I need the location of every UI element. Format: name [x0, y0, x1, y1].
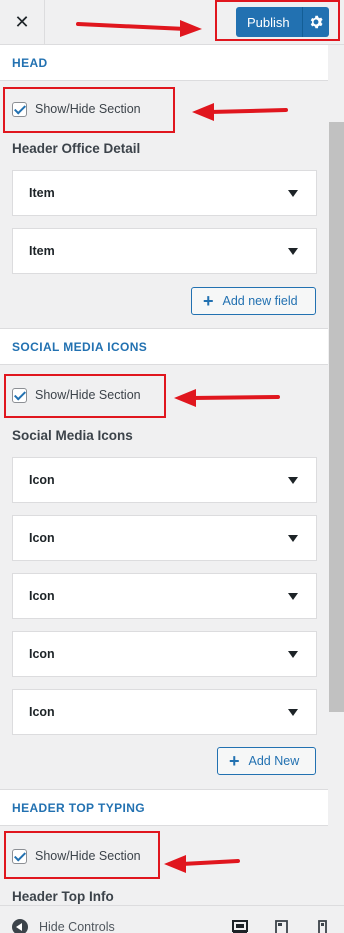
item-label: Item	[29, 186, 55, 200]
repeater-icon-item[interactable]: Icon	[12, 515, 317, 561]
repeater-icon-item[interactable]: Icon	[12, 457, 317, 503]
repeater-icon-item[interactable]: Icon	[12, 631, 317, 677]
caret-down-icon[interactable]	[288, 592, 298, 600]
tablet-preview-icon[interactable]	[275, 920, 288, 933]
highlight-box-publish	[215, 0, 340, 41]
plus-icon: +	[229, 751, 240, 771]
close-button[interactable]: ✕	[0, 0, 45, 44]
section-social-title: SOCIAL MEDIA ICONS	[0, 328, 328, 365]
mobile-preview-icon[interactable]	[318, 920, 327, 933]
add-new-label: Add New	[248, 754, 300, 768]
caret-down-icon[interactable]	[288, 650, 298, 658]
add-new-field-label: Add new field	[222, 294, 298, 308]
caret-down-icon[interactable]	[288, 708, 298, 716]
icon-item-label: Icon	[29, 705, 55, 719]
add-new-button[interactable]: + Add New	[217, 747, 316, 775]
typing-field-label: Header Top Info	[12, 889, 114, 904]
repeater-icon-item[interactable]: Icon	[12, 689, 317, 735]
add-new-field-button[interactable]: + Add new field	[191, 287, 316, 315]
hide-controls-label: Hide Controls	[39, 920, 115, 933]
social-field-label: Social Media Icons	[12, 428, 133, 443]
arrow-right-icon	[76, 20, 202, 37]
highlight-box-typing-toggle	[4, 831, 160, 879]
head-field-label: Header Office Detail	[12, 141, 141, 156]
section-typing-title: HEADER TOP TYPING	[0, 789, 328, 826]
arrow-left-icon	[164, 855, 240, 873]
caret-down-icon[interactable]	[288, 534, 298, 542]
section-head-title: HEAD	[0, 44, 328, 81]
caret-down-icon[interactable]	[288, 189, 298, 197]
close-icon: ✕	[14, 11, 30, 32]
repeater-icon-item[interactable]: Icon	[12, 573, 317, 619]
item-label: Item	[29, 244, 55, 258]
repeater-item[interactable]: Item	[12, 170, 317, 216]
icon-item-label: Icon	[29, 473, 55, 487]
customizer-footer: Hide Controls	[0, 905, 344, 933]
desktop-preview-icon[interactable]	[232, 920, 248, 933]
icon-item-label: Icon	[29, 531, 55, 545]
caret-down-icon[interactable]	[288, 247, 298, 255]
arrow-left-icon	[192, 103, 288, 121]
arrow-left-icon	[174, 389, 280, 407]
hide-controls-button[interactable]: Hide Controls	[12, 919, 115, 933]
plus-icon: +	[203, 291, 214, 311]
highlight-box-head-toggle	[3, 87, 175, 133]
caret-down-icon[interactable]	[288, 476, 298, 484]
scrollbar-thumb[interactable]	[329, 122, 344, 712]
repeater-item[interactable]: Item	[12, 228, 317, 274]
icon-item-label: Icon	[29, 647, 55, 661]
collapse-arrow-icon	[12, 919, 28, 933]
icon-item-label: Icon	[29, 589, 55, 603]
highlight-box-social-toggle	[4, 374, 166, 418]
